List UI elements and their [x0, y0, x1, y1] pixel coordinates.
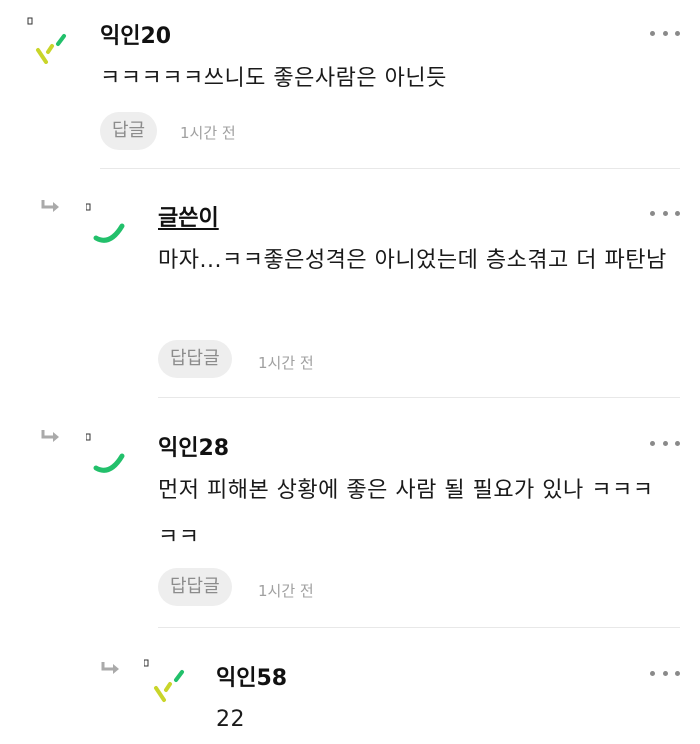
- avatar-dashes-icon: [144, 659, 184, 702]
- comment-text: 마자...ㅋㅋ좋은성격은 아니었는데 층소겪고 더 파탄남: [158, 248, 667, 273]
- reply-button[interactable]: 답글: [100, 112, 158, 150]
- divider: [100, 168, 680, 169]
- divider: [158, 397, 680, 398]
- reply-arrow-icon: [101, 662, 119, 674]
- comment-timestamp: 1시간 전: [258, 582, 314, 600]
- comment-item: 익인20 ㅋㅋㅋㅋㅋ쓰니도 좋은사람은 아닌듯 답글 1시간 전: [0, 0, 700, 170]
- more-options-icon[interactable]: [650, 28, 680, 38]
- comment-author[interactable]: 익인28: [158, 430, 229, 462]
- comment-item: 글쓴이 마자...ㅋㅋ좋은성격은 아니었는데 층소겪고 더 파탄남 답답글 1시…: [0, 170, 700, 400]
- reply-button[interactable]: 답답글: [158, 340, 232, 378]
- reply-arrow-icon: [41, 200, 59, 212]
- comment-timestamp: 1시간 전: [180, 124, 236, 142]
- avatar-smile-icon: [86, 433, 125, 473]
- comment-text: ㅋㅋㅋㅋㅋ쓰니도 좋은사람은 아닌듯: [100, 66, 447, 91]
- comment-timestamp: 1시간 전: [258, 354, 314, 372]
- more-options-icon[interactable]: [650, 208, 680, 218]
- more-options-icon[interactable]: [650, 668, 680, 678]
- comment-author[interactable]: 글쓴이: [158, 200, 219, 232]
- divider: [158, 627, 680, 628]
- comment-item: 익인28 먼저 피해본 상황에 좋은 사람 될 필요가 있나 ㅋㅋㅋㅋㅋ 답답글…: [0, 400, 700, 630]
- comment-text: 22: [216, 707, 245, 732]
- more-options-icon[interactable]: [650, 438, 680, 448]
- avatar-smile-icon: [86, 203, 125, 243]
- reply-arrow-icon: [41, 430, 59, 442]
- comment-author[interactable]: 익인58: [216, 660, 287, 692]
- reply-button[interactable]: 답답글: [158, 568, 232, 606]
- comment-item: 익인58 22: [0, 630, 700, 744]
- avatar-dashes-icon: [27, 17, 66, 64]
- comment-text: 먼저 피해본 상황에 좋은 사람 될 필요가 있나 ㅋㅋㅋㅋㅋ: [158, 478, 654, 550]
- comment-author[interactable]: 익인20: [100, 18, 171, 50]
